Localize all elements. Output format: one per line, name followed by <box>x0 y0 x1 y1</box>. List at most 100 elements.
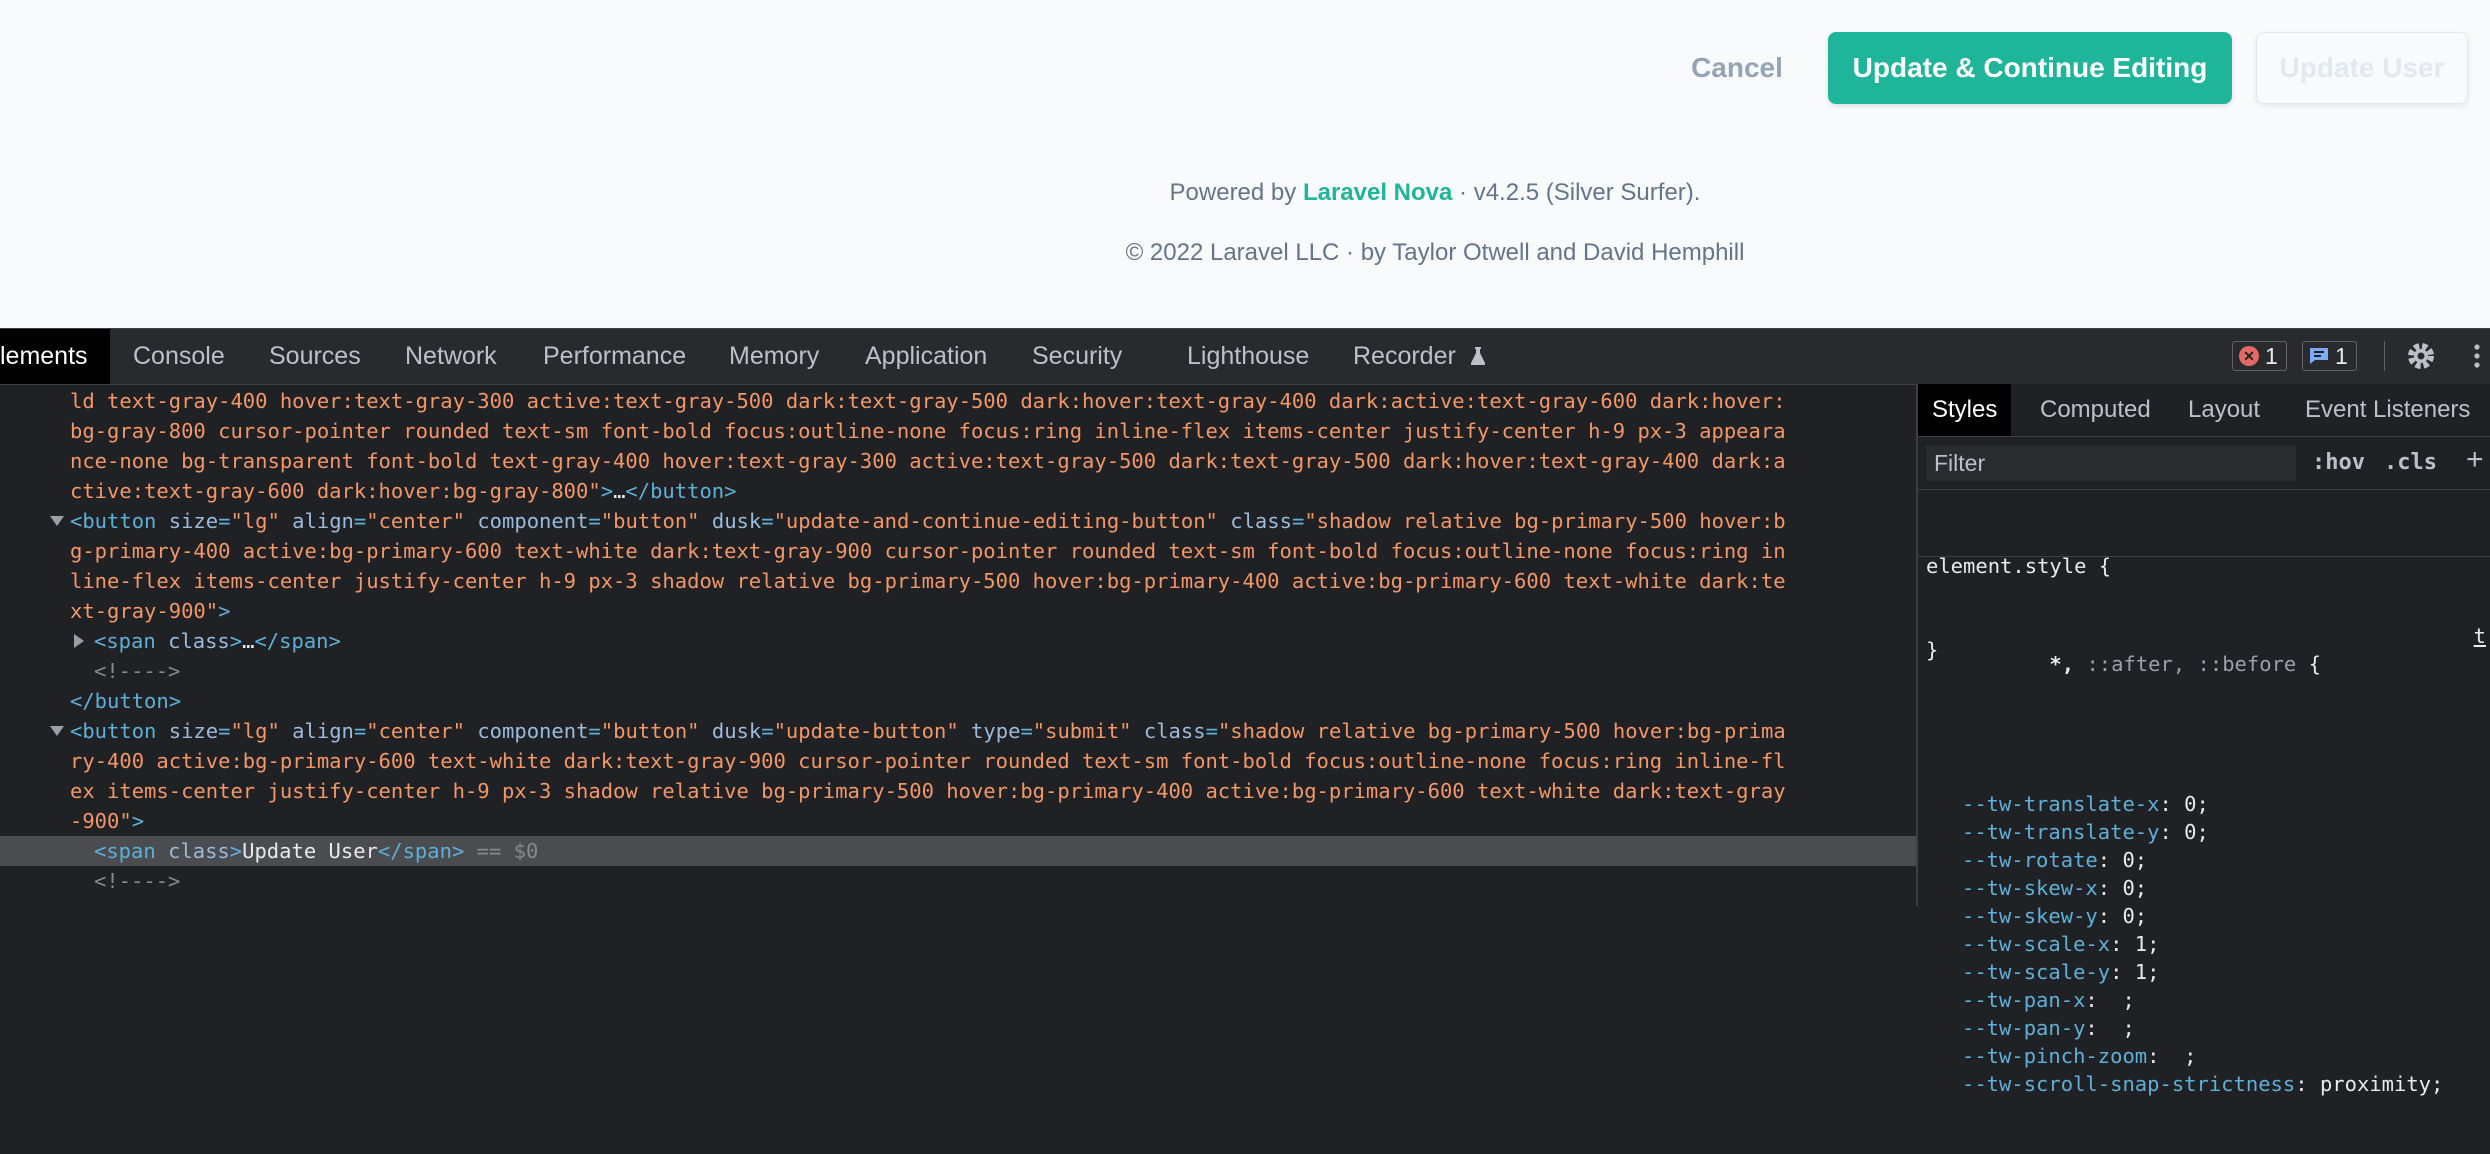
dom-line-content: <button size="lg" align="center" compone… <box>70 716 1786 746</box>
tab-memory[interactable]: Memory <box>729 329 819 384</box>
laravel-nova-link[interactable]: Laravel Nova <box>1303 179 1452 206</box>
dom-token: ry-400 active:bg-primary-600 text-white … <box>70 749 1786 773</box>
dom-token: = <box>1020 719 1033 743</box>
tab-sources[interactable]: Sources <box>269 329 361 384</box>
css-property-name: --tw-scale-y <box>1962 960 2111 984</box>
dom-token: dusk <box>699 719 762 743</box>
dom-node-line[interactable]: ex items-center justify-center h-9 px-3 … <box>0 776 1916 806</box>
dom-node-line[interactable]: <button size="lg" align="center" compone… <box>0 506 1916 536</box>
css-property[interactable]: --tw-skew-y: 0; <box>1926 902 2486 930</box>
css-property[interactable]: --tw-translate-y: 0; <box>1926 818 2486 846</box>
dom-tree[interactable]: ld text-gray-400 hover:text-gray-300 act… <box>0 384 1916 906</box>
css-property-value: 0; <box>2184 792 2209 816</box>
dom-node-line[interactable]: <span class>…</span> <box>0 626 1916 656</box>
collapse-triangle-icon[interactable] <box>50 516 64 526</box>
dom-node-line[interactable]: -900"> <box>0 806 1916 836</box>
tab-recorder[interactable]: Recorder <box>1353 329 1485 384</box>
dom-node-line[interactable]: g-primary-400 active:bg-primary-600 text… <box>0 536 1916 566</box>
css-property-value: 0; <box>2122 876 2148 900</box>
dom-token: = <box>761 509 774 533</box>
page-footer: Powered by Laravel Nova · v4.2.5 (Silver… <box>0 176 2490 296</box>
dom-node-line[interactable]: <button size="lg" align="center" compone… <box>0 716 1916 746</box>
dom-token: <button <box>70 509 169 533</box>
css-property-name: --tw-translate-x <box>1962 792 2160 816</box>
dom-node-line[interactable]: ld text-gray-400 hover:text-gray-300 act… <box>0 386 1916 416</box>
css-property-name: --tw-scale-x <box>1962 932 2111 956</box>
dom-line-content: bg-gray-800 cursor-pointer rounded text-… <box>70 416 1786 446</box>
css-colon: : <box>2110 960 2135 984</box>
styles-filter-bar: :hov .cls + <box>1918 437 2490 490</box>
dom-node-line[interactable]: xt-gray-900"> <box>0 596 1916 626</box>
universal-rule[interactable]: *, ::after, ::before { t --tw-translate-… <box>1926 566 2486 1154</box>
styles-filter-input[interactable] <box>1926 445 2296 481</box>
css-property[interactable]: --tw-scale-x: 1; <box>1926 930 2486 958</box>
dom-token: class <box>1131 719 1206 743</box>
stylesheet-link[interactable]: t <box>2474 622 2486 650</box>
dom-node-line[interactable]: line-flex items-center justify-center h-… <box>0 566 1916 596</box>
tab-elements[interactable]: lements <box>0 329 110 384</box>
update-and-continue-editing-button[interactable]: Update & Continue Editing <box>1828 32 2232 104</box>
css-property[interactable]: --tw-scroll-snap-strictness: proximity; <box>1926 1070 2486 1098</box>
settings-gear-icon[interactable] <box>2404 339 2438 373</box>
cls-toggle[interactable]: .cls <box>2384 445 2437 481</box>
tab-security[interactable]: Security <box>1032 329 1122 384</box>
dom-line-content: <!----> <box>94 656 180 686</box>
cancel-button[interactable]: Cancel <box>1672 32 1802 104</box>
css-property[interactable]: --tw-pinch-zoom: ; <box>1926 1042 2486 1070</box>
dom-token: ld text-gray-400 hover:text-gray-300 act… <box>70 389 1786 413</box>
dom-token: ex items-center justify-center h-9 px-3 … <box>70 779 1786 803</box>
css-property[interactable]: --tw-pan-x: ; <box>1926 986 2486 1014</box>
tab-network[interactable]: Network <box>405 329 497 384</box>
css-property-value: 0; <box>2122 904 2148 928</box>
css-property[interactable]: --tw-scale-y: 1; <box>1926 958 2486 986</box>
error-count-badge[interactable]: ✕ 1 <box>2232 341 2287 371</box>
collapse-triangle-icon[interactable] <box>50 726 64 736</box>
dom-node-line[interactable]: <!----> <box>0 866 1916 896</box>
css-property[interactable]: --tw-pan-y: ; <box>1926 1014 2486 1042</box>
dom-node-line[interactable]: </button> <box>0 686 1916 716</box>
dom-node-line[interactable]: ctive:text-gray-600 dark:hover:bg-gray-8… <box>0 476 1916 506</box>
nova-page: Cancel Update & Continue Editing Update … <box>0 0 2490 328</box>
css-property-value: proximity; <box>2319 1072 2444 1096</box>
open-brace: { <box>2296 652 2321 676</box>
dom-token: type <box>958 719 1021 743</box>
css-property[interactable]: --tw-rotate: 0; <box>1926 846 2486 874</box>
dom-token: = <box>218 509 231 533</box>
tab-lighthouse[interactable]: Lighthouse <box>1187 329 1309 384</box>
dom-node-line[interactable]: bg-gray-800 cursor-pointer rounded text-… <box>0 416 1916 446</box>
more-options-icon[interactable] <box>2470 339 2484 373</box>
dom-token: "center" <box>366 719 465 743</box>
tab-computed[interactable]: Computed <box>2040 384 2151 436</box>
pseudo-selectors: ::after, ::before <box>2074 652 2297 676</box>
css-colon: : <box>2110 932 2135 956</box>
css-property-value: ; <box>2110 988 2135 1012</box>
dom-line-content: <span class>Update User</span> == $0 <box>94 836 538 866</box>
dom-node-line[interactable]: <!----> <box>0 656 1916 686</box>
css-properties: --tw-translate-x: 0; --tw-translate-y: 0;… <box>1926 790 2486 1098</box>
tab-application[interactable]: Application <box>865 329 987 384</box>
tab-layout[interactable]: Layout <box>2188 384 2260 436</box>
update-user-button[interactable]: Update User <box>2256 32 2468 104</box>
new-style-rule-button[interactable]: + <box>2466 443 2484 477</box>
expand-triangle-icon[interactable] <box>74 634 84 648</box>
message-count-badge[interactable]: 1 <box>2302 341 2357 371</box>
hov-toggle[interactable]: :hov <box>2312 445 2365 481</box>
css-property[interactable]: --tw-translate-x: 0; <box>1926 790 2486 818</box>
tab-console[interactable]: Console <box>133 329 225 384</box>
dom-token: class <box>168 839 230 863</box>
nova-version: · v4.2.5 (Silver Surfer). <box>1459 179 1701 206</box>
toolbar-divider <box>2384 341 2385 371</box>
dom-token: = <box>353 509 367 533</box>
dom-node-selected[interactable]: <span class>Update User</span> == $0 <box>0 836 1916 866</box>
dom-token: g-primary-400 active:bg-primary-600 text… <box>70 539 1786 563</box>
dom-line-content: <!----> <box>94 866 180 896</box>
css-property[interactable]: --tw-skew-x: 0; <box>1926 874 2486 902</box>
message-count: 1 <box>2335 343 2348 369</box>
dom-token: = <box>761 719 774 743</box>
dom-line-content: ld text-gray-400 hover:text-gray-300 act… <box>70 386 1786 416</box>
tab-performance[interactable]: Performance <box>543 329 686 384</box>
tab-styles[interactable]: Styles <box>1918 384 2012 436</box>
tab-event-listeners[interactable]: Event Listeners <box>2305 384 2470 436</box>
dom-node-line[interactable]: nce-none bg-transparent font-bold text-g… <box>0 446 1916 476</box>
dom-node-line[interactable]: ry-400 active:bg-primary-600 text-white … <box>0 746 1916 776</box>
